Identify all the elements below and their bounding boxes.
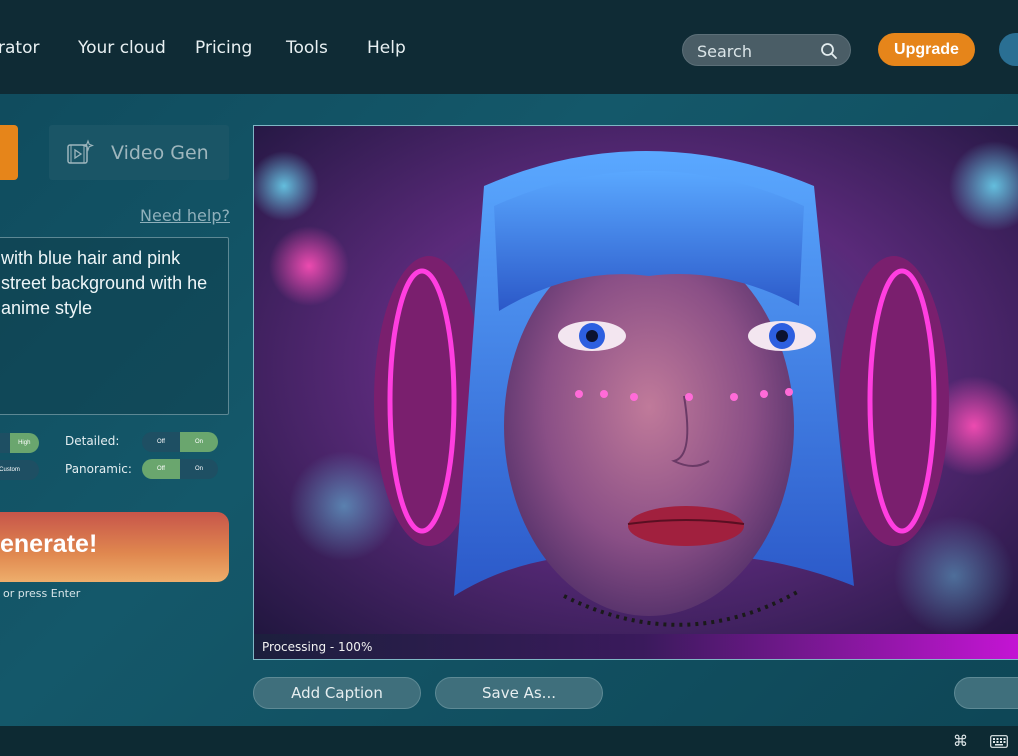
nav-item-tools[interactable]: Tools: [286, 38, 328, 58]
prompt-textarea[interactable]: with blue hair and pink street backgroun…: [0, 237, 229, 415]
nav-item-your-cloud[interactable]: Your cloud: [78, 38, 166, 58]
progress-bar: Processing - 100%: [254, 634, 1018, 659]
upgrade-button[interactable]: Upgrade: [878, 33, 975, 66]
generate-label: enerate!: [0, 530, 98, 558]
detailed-toggle-on: On: [180, 432, 218, 452]
command-icon[interactable]: ⌘: [953, 732, 968, 750]
need-help-link[interactable]: Need help?: [140, 206, 230, 225]
video-gen-label: Video Gen: [111, 142, 209, 164]
panoramic-toggle-off: Off: [142, 459, 180, 479]
nav-item-pricing[interactable]: Pricing: [195, 38, 252, 58]
nav-item-generator[interactable]: rator: [0, 38, 39, 58]
panoramic-toggle[interactable]: Off On: [142, 459, 218, 479]
footer-bar: ⌘: [0, 726, 1018, 756]
panoramic-toggle-on: On: [180, 459, 218, 479]
quality-toggle-off: [0, 433, 10, 453]
search-input[interactable]: Search: [682, 34, 851, 66]
add-caption-button[interactable]: Add Caption: [253, 677, 421, 709]
generated-image-preview[interactable]: Processing - 100%: [253, 125, 1018, 660]
prompt-text: with blue hair and pink street backgroun…: [1, 248, 208, 318]
image-gen-tab[interactable]: [0, 125, 18, 180]
nav-item-help[interactable]: Help: [367, 38, 406, 58]
detailed-label: Detailed:: [65, 434, 120, 448]
video-gen-tab[interactable]: Video Gen: [49, 125, 229, 180]
keyboard-icon[interactable]: [990, 735, 1008, 748]
more-action-button[interactable]: [954, 677, 1018, 709]
detailed-toggle[interactable]: Off On: [142, 432, 218, 452]
quality-toggle-on: High: [9, 433, 39, 453]
generated-image: [254, 126, 1018, 659]
avatar[interactable]: [999, 33, 1018, 66]
top-navigation-bar: rator Your cloud Pricing Tools Help Sear…: [0, 0, 1018, 94]
size-toggle-custom: Custom: [0, 460, 39, 480]
search-icon[interactable]: [819, 41, 839, 61]
generate-button[interactable]: enerate!: [0, 512, 229, 582]
size-toggle[interactable]: Custom: [0, 460, 39, 480]
panoramic-label: Panoramic:: [65, 462, 132, 476]
progress-text: Processing - 100%: [262, 640, 373, 654]
detailed-toggle-off: Off: [142, 432, 180, 452]
enter-hint: or press Enter: [3, 587, 81, 600]
search-placeholder: Search: [697, 42, 752, 61]
video-sparkle-icon: [67, 139, 94, 164]
save-as-button[interactable]: Save As...: [435, 677, 603, 709]
quality-toggle[interactable]: High: [0, 433, 39, 453]
